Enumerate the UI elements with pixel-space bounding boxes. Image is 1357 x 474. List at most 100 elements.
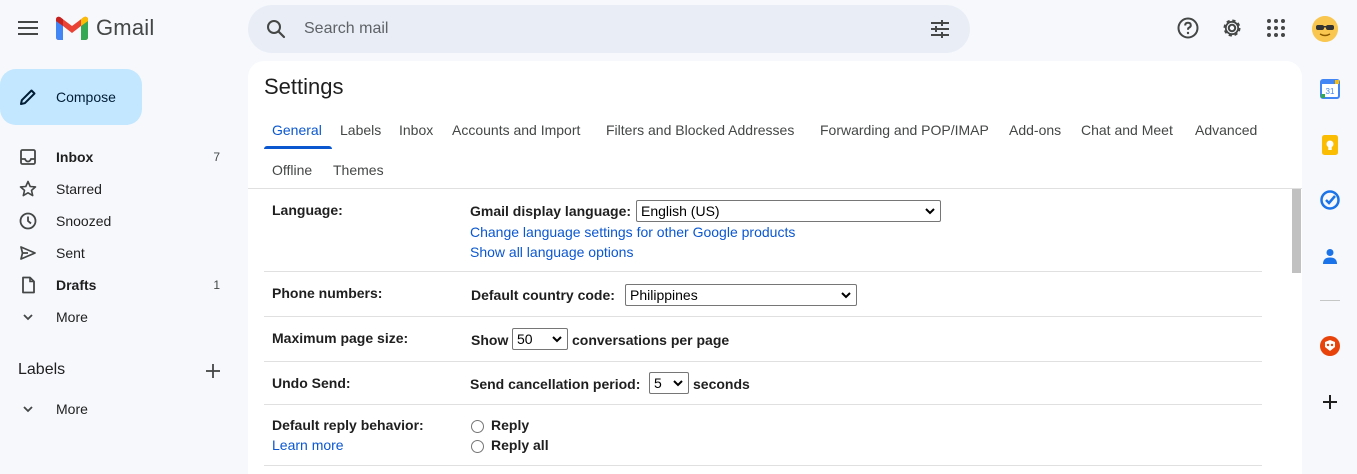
sidebar-item-drafts[interactable]: Drafts 1 xyxy=(0,269,236,301)
page-size-select[interactable]: 50 xyxy=(512,328,568,350)
hamburger-menu-icon xyxy=(18,21,38,35)
select-value: Philippines xyxy=(630,287,698,303)
cancellation-period-select[interactable]: 5 xyxy=(649,372,689,394)
sidebar-item-sent[interactable]: Sent xyxy=(0,237,236,269)
labels-heading: Labels xyxy=(18,361,66,378)
active-tab-indicator xyxy=(264,146,332,149)
setting-label: Maximum page size: xyxy=(272,330,409,346)
select-value: 5 xyxy=(654,375,662,391)
setting-row-language: Language: Gmail display language: Englis… xyxy=(264,189,1262,272)
calendar-icon[interactable]: 31 xyxy=(1319,78,1341,100)
chevron-down-icon xyxy=(552,336,562,343)
setting-label: Default reply behavior: xyxy=(272,417,424,433)
gmail-m-icon xyxy=(56,16,88,40)
search-input[interactable] xyxy=(304,17,904,41)
labels-more[interactable]: More xyxy=(0,393,236,425)
sidebar-item-more[interactable]: More xyxy=(0,301,236,333)
setting-label: Undo Send: xyxy=(272,375,351,391)
main-menu-button[interactable] xyxy=(10,10,46,46)
show-all-languages-link[interactable]: Show all language options xyxy=(470,244,633,260)
setting-label: Language: xyxy=(272,202,343,218)
create-label-plus-icon[interactable] xyxy=(203,361,223,381)
country-code-label: Default country code: xyxy=(471,287,615,303)
display-language-label: Gmail display language: xyxy=(470,203,632,219)
country-code-select[interactable]: Philippines xyxy=(625,284,857,306)
tab-inbox[interactable]: Inbox xyxy=(399,122,433,138)
help-icon[interactable] xyxy=(1176,16,1200,40)
sidebar-item-snoozed[interactable]: Snoozed xyxy=(0,205,236,237)
gmail-logo[interactable]: Gmail xyxy=(56,15,154,41)
labels-more-label: More xyxy=(56,401,88,417)
account-avatar[interactable] xyxy=(1312,16,1338,42)
sunglasses-emoji-icon xyxy=(1312,16,1338,42)
search-bar[interactable] xyxy=(248,5,970,53)
cancellation-period-suffix: seconds xyxy=(693,376,750,392)
tab-accounts-and-import[interactable]: Accounts and Import xyxy=(452,122,580,138)
sidebar-item-label: Drafts xyxy=(56,277,97,293)
sidebar-item-label: Starred xyxy=(56,181,102,197)
sidebar-item-starred[interactable]: Starred xyxy=(0,173,236,205)
unread-count: 7 xyxy=(213,150,220,164)
reply-radio[interactable] xyxy=(471,420,484,433)
tab-labels[interactable]: Labels xyxy=(340,122,381,138)
select-value: 50 xyxy=(517,331,533,347)
chevron-down-icon xyxy=(23,406,33,413)
tab-filters[interactable]: Filters and Blocked Addresses xyxy=(606,122,794,138)
tab-general[interactable]: General xyxy=(272,122,322,138)
tab-forwarding[interactable]: Forwarding and POP/IMAP xyxy=(820,122,989,138)
contacts-icon[interactable] xyxy=(1319,245,1341,267)
star-icon xyxy=(19,180,37,197)
setting-label: Phone numbers: xyxy=(272,285,383,301)
setting-row-page-size: Maximum page size: Show 50 conversations… xyxy=(264,317,1262,362)
sidebar-item-label: More xyxy=(56,309,88,325)
keep-icon[interactable] xyxy=(1319,134,1341,156)
display-language-select[interactable]: English (US) xyxy=(636,200,941,222)
tab-add-ons[interactable]: Add-ons xyxy=(1009,122,1061,138)
chevron-down-icon xyxy=(673,380,683,387)
reply-all-option-label[interactable]: Reply all xyxy=(491,437,549,453)
scrollbar-thumb[interactable] xyxy=(1292,189,1301,273)
compose-label: Compose xyxy=(56,89,116,105)
chevron-down-icon xyxy=(925,208,935,215)
setting-row-reply-behavior: Default reply behavior: Learn more Reply… xyxy=(264,405,1262,466)
tab-offline[interactable]: Offline xyxy=(272,162,312,178)
google-apps-icon[interactable] xyxy=(1264,16,1288,40)
settings-panel: Settings General Labels Inbox Accounts a… xyxy=(248,61,1302,474)
cancellation-period-label: Send cancellation period: xyxy=(470,376,641,392)
addon-icon[interactable] xyxy=(1319,335,1341,357)
setting-row-phone-numbers: Phone numbers: Default country code: Phi… xyxy=(264,272,1262,317)
inbox-icon xyxy=(20,149,36,165)
compose-button[interactable]: Compose xyxy=(0,69,142,125)
reply-option-label[interactable]: Reply xyxy=(491,417,529,433)
pencil-icon xyxy=(20,89,36,105)
page-size-suffix: conversations per page xyxy=(572,332,730,348)
sidebar-item-label: Sent xyxy=(56,245,85,261)
top-bar: Gmail xyxy=(0,0,1357,60)
sidebar-item-inbox[interactable]: Inbox 7 xyxy=(0,141,236,173)
draft-icon xyxy=(22,276,35,294)
tasks-icon[interactable] xyxy=(1319,189,1341,211)
sidebar-item-label: Inbox xyxy=(56,149,94,165)
app-name: Gmail xyxy=(96,15,155,40)
tab-themes[interactable]: Themes xyxy=(333,162,384,178)
tab-chat-and-meet[interactable]: Chat and Meet xyxy=(1081,122,1173,138)
send-icon xyxy=(20,246,36,260)
chevron-down-icon xyxy=(841,292,851,299)
add-icon[interactable] xyxy=(1319,391,1341,413)
page-title: Settings xyxy=(264,74,344,99)
reply-all-radio[interactable] xyxy=(471,440,484,453)
search-icon[interactable] xyxy=(264,17,288,41)
search-options-icon[interactable] xyxy=(928,17,952,41)
learn-more-link[interactable]: Learn more xyxy=(272,437,344,453)
side-panel-divider xyxy=(1320,300,1340,301)
settings-gear-icon[interactable] xyxy=(1220,16,1244,40)
sidebar-item-label: Snoozed xyxy=(56,213,112,229)
draft-count: 1 xyxy=(213,278,220,292)
change-language-link[interactable]: Change language settings for other Googl… xyxy=(470,224,795,240)
setting-row-undo-send: Undo Send: Send cancellation period: 5 s… xyxy=(264,362,1262,405)
svg-text:31: 31 xyxy=(1326,87,1335,96)
tab-advanced[interactable]: Advanced xyxy=(1195,122,1257,138)
clock-icon xyxy=(19,212,37,230)
select-value: English (US) xyxy=(641,203,720,219)
page-size-prefix: Show xyxy=(471,332,509,348)
